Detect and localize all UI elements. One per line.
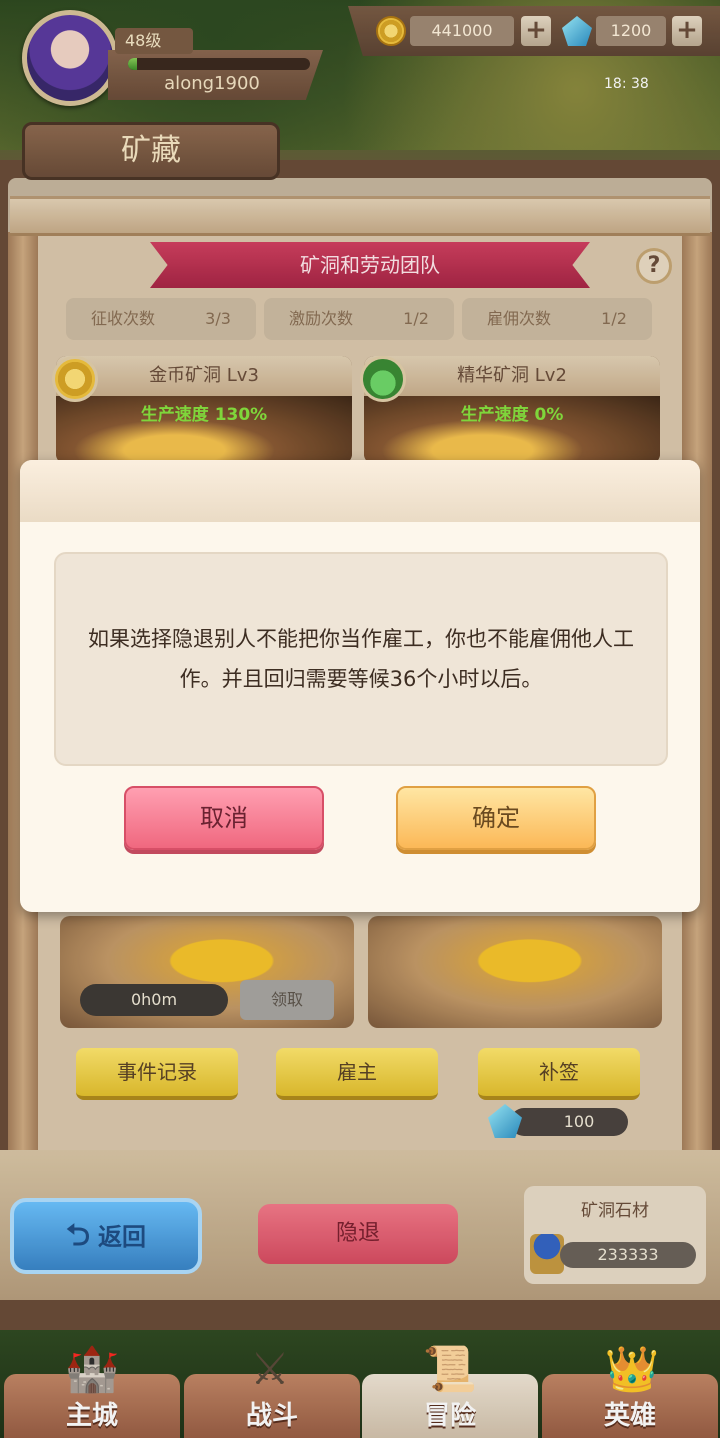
confirm-button[interactable]: 确定 [396,786,596,850]
dialog-message: 如果选择隐退别人不能把你当作雇工，你也不能雇佣他人工作。并且回归需要等候36个小… [88,627,634,691]
cancel-button[interactable]: 取消 [124,786,324,850]
retire-confirm-dialog: 如果选择隐退别人不能把你当作雇工，你也不能雇佣他人工作。并且回归需要等候36个小… [20,460,700,912]
dialog-header [20,460,700,522]
dialog-message-box: 如果选择隐退别人不能把你当作雇工，你也不能雇佣他人工作。并且回归需要等候36个小… [54,552,668,766]
